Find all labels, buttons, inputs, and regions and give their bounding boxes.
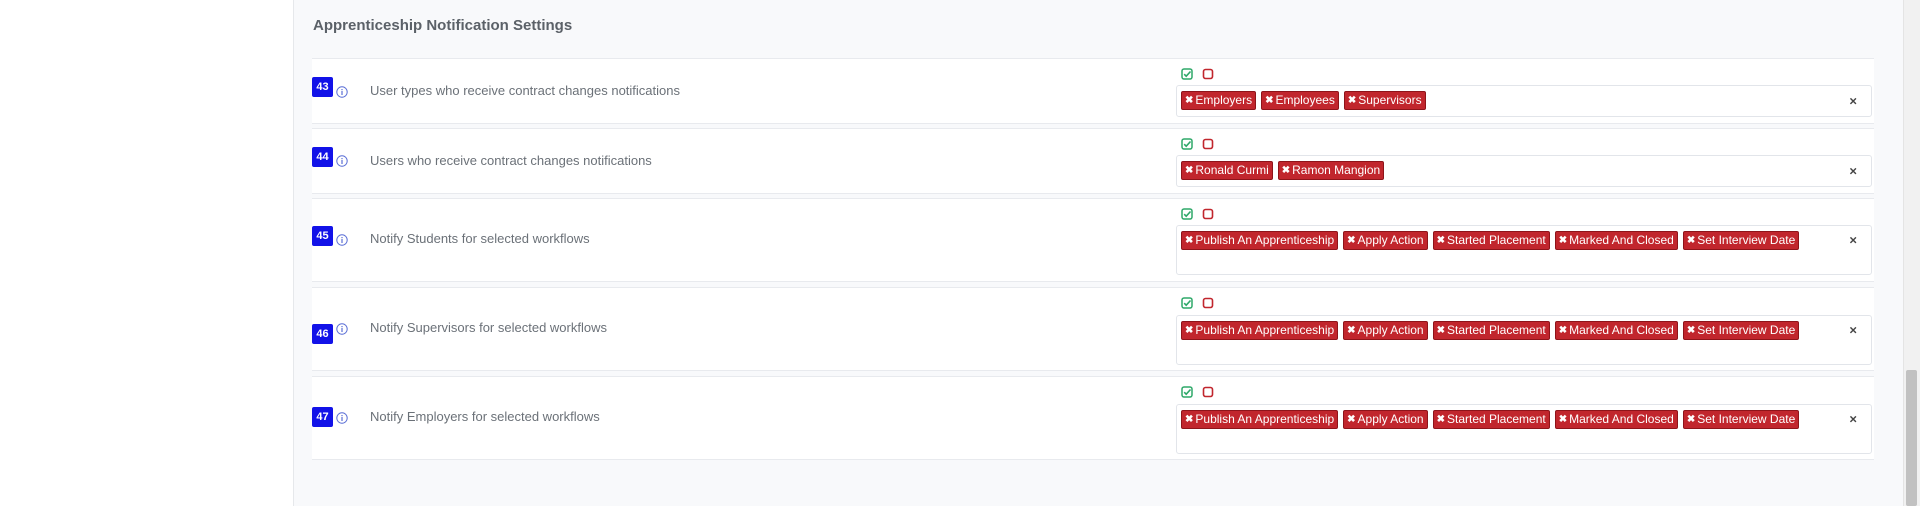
info-icon[interactable] bbox=[336, 154, 348, 167]
selected-tag: ✖ Set Interview Date bbox=[1682, 231, 1800, 250]
check-square-icon[interactable] bbox=[1181, 138, 1193, 150]
remove-tag-icon[interactable]: ✖ bbox=[1185, 162, 1193, 179]
selected-tags: ✖ Publish An Apprenticeship ✖ Apply Action… bbox=[1181, 410, 1800, 429]
square-icon[interactable] bbox=[1202, 138, 1214, 150]
selected-tag: ✖ Publish An Apprenticeship bbox=[1181, 231, 1339, 250]
setting-row-44: 44 Users who receive contract changes no… bbox=[312, 128, 1874, 194]
selected-tag: ✖ Ramon Mangion bbox=[1277, 161, 1385, 180]
check-square-icon[interactable] bbox=[1181, 297, 1193, 309]
clear-all-icon[interactable]: × bbox=[1849, 164, 1857, 179]
selected-tag: ✖ Ronald Curmi bbox=[1181, 161, 1273, 180]
square-icon[interactable] bbox=[1202, 68, 1214, 80]
selected-tag: ✖ Started Placement bbox=[1432, 321, 1550, 340]
selected-tag: ✖ Publish An Apprenticeship bbox=[1181, 410, 1339, 429]
remove-tag-icon[interactable]: ✖ bbox=[1185, 322, 1193, 339]
selected-tag: ✖ Employers bbox=[1181, 91, 1257, 110]
selected-tags: ✖ Employers ✖ Employees ✖ Supervisors bbox=[1181, 91, 1426, 110]
setting-row-47: 47 Notify Employers for selected workflo… bbox=[312, 376, 1874, 460]
setting-label: Notify Supervisors for selected workflow… bbox=[370, 320, 607, 335]
scrollbar-thumb[interactable] bbox=[1906, 370, 1917, 506]
left-sidebar bbox=[0, 0, 294, 506]
remove-tag-icon[interactable]: ✖ bbox=[1559, 411, 1567, 428]
remove-tag-icon[interactable]: ✖ bbox=[1687, 232, 1695, 249]
setting-row-46: 46 Notify Supervisors for selected workf… bbox=[312, 287, 1874, 371]
setting-row-43: 43 User types who receive contract chang… bbox=[312, 58, 1874, 124]
info-icon[interactable] bbox=[336, 411, 348, 424]
setting-number-badge: 47 bbox=[312, 407, 333, 427]
selected-tag: ✖ Marked And Closed bbox=[1554, 410, 1678, 429]
setting-number-badge: 43 bbox=[312, 77, 333, 97]
square-icon[interactable] bbox=[1202, 386, 1214, 398]
remove-tag-icon[interactable]: ✖ bbox=[1265, 92, 1273, 109]
multiselect-input[interactable]: ✖ Publish An Apprenticeship ✖ Apply Action… bbox=[1176, 315, 1872, 365]
remove-tag-icon[interactable]: ✖ bbox=[1185, 411, 1193, 428]
settings-content: Apprenticeship Notification Settings 43 … bbox=[294, 0, 1903, 506]
selected-tag: ✖ Started Placement bbox=[1432, 231, 1550, 250]
clear-all-icon[interactable]: × bbox=[1849, 412, 1857, 427]
clear-all-icon[interactable]: × bbox=[1849, 233, 1857, 248]
selected-tag: ✖ Marked And Closed bbox=[1554, 231, 1678, 250]
remove-tag-icon[interactable]: ✖ bbox=[1687, 411, 1695, 428]
multiselect-input[interactable]: ✖ Employers ✖ Employees ✖ Supervisors × bbox=[1176, 85, 1872, 117]
check-square-icon[interactable] bbox=[1181, 68, 1193, 80]
remove-tag-icon[interactable]: ✖ bbox=[1185, 92, 1193, 109]
selected-tag: ✖ Publish An Apprenticeship bbox=[1181, 321, 1339, 340]
setting-row-45: 45 Notify Students for selected workflow… bbox=[312, 198, 1874, 282]
selected-tag: ✖ Started Placement bbox=[1432, 410, 1550, 429]
multiselect-input[interactable]: ✖ Publish An Apprenticeship ✖ Apply Action… bbox=[1176, 225, 1872, 275]
multiselect-input[interactable]: ✖ Ronald Curmi ✖ Ramon Mangion × bbox=[1176, 155, 1872, 187]
check-square-icon[interactable] bbox=[1181, 386, 1193, 398]
info-icon[interactable] bbox=[336, 233, 348, 246]
remove-tag-icon[interactable]: ✖ bbox=[1347, 411, 1355, 428]
selected-tag: ✖ Set Interview Date bbox=[1682, 321, 1800, 340]
selected-tag: ✖ Set Interview Date bbox=[1682, 410, 1800, 429]
square-icon[interactable] bbox=[1202, 297, 1214, 309]
clear-all-icon[interactable]: × bbox=[1849, 323, 1857, 338]
setting-label: Users who receive contract changes notif… bbox=[370, 153, 652, 168]
setting-label: Notify Employers for selected workflows bbox=[370, 409, 600, 424]
check-square-icon[interactable] bbox=[1181, 208, 1193, 220]
setting-number-badge: 46 bbox=[312, 324, 333, 344]
section-title: Apprenticeship Notification Settings bbox=[313, 17, 573, 34]
clear-all-icon[interactable]: × bbox=[1849, 94, 1857, 109]
remove-tag-icon[interactable]: ✖ bbox=[1347, 232, 1355, 249]
info-icon[interactable] bbox=[336, 85, 348, 98]
selected-tags: ✖ Ronald Curmi ✖ Ramon Mangion bbox=[1181, 161, 1385, 180]
remove-tag-icon[interactable]: ✖ bbox=[1348, 92, 1356, 109]
remove-tag-icon[interactable]: ✖ bbox=[1687, 322, 1695, 339]
selected-tag: ✖ Apply Action bbox=[1343, 321, 1428, 340]
remove-tag-icon[interactable]: ✖ bbox=[1185, 232, 1193, 249]
selected-tag: ✖ Apply Action bbox=[1343, 410, 1428, 429]
selected-tags: ✖ Publish An Apprenticeship ✖ Apply Action… bbox=[1181, 321, 1800, 340]
multiselect-input[interactable]: ✖ Publish An Apprenticeship ✖ Apply Action… bbox=[1176, 404, 1872, 454]
selected-tag: ✖ Employees bbox=[1261, 91, 1339, 110]
setting-label: Notify Students for selected workflows bbox=[370, 231, 590, 246]
remove-tag-icon[interactable]: ✖ bbox=[1437, 411, 1445, 428]
square-icon[interactable] bbox=[1202, 208, 1214, 220]
remove-tag-icon[interactable]: ✖ bbox=[1559, 322, 1567, 339]
remove-tag-icon[interactable]: ✖ bbox=[1437, 232, 1445, 249]
selected-tag: ✖ Marked And Closed bbox=[1554, 321, 1678, 340]
setting-label: User types who receive contract changes … bbox=[370, 83, 680, 98]
selected-tags: ✖ Publish An Apprenticeship ✖ Apply Action… bbox=[1181, 231, 1800, 250]
remove-tag-icon[interactable]: ✖ bbox=[1437, 322, 1445, 339]
selected-tag: ✖ Apply Action bbox=[1343, 231, 1428, 250]
setting-number-badge: 44 bbox=[312, 147, 333, 167]
remove-tag-icon[interactable]: ✖ bbox=[1282, 162, 1290, 179]
info-icon[interactable] bbox=[336, 322, 348, 335]
setting-number-badge: 45 bbox=[312, 226, 333, 246]
selected-tag: ✖ Supervisors bbox=[1343, 91, 1426, 110]
remove-tag-icon[interactable]: ✖ bbox=[1347, 322, 1355, 339]
remove-tag-icon[interactable]: ✖ bbox=[1559, 232, 1567, 249]
